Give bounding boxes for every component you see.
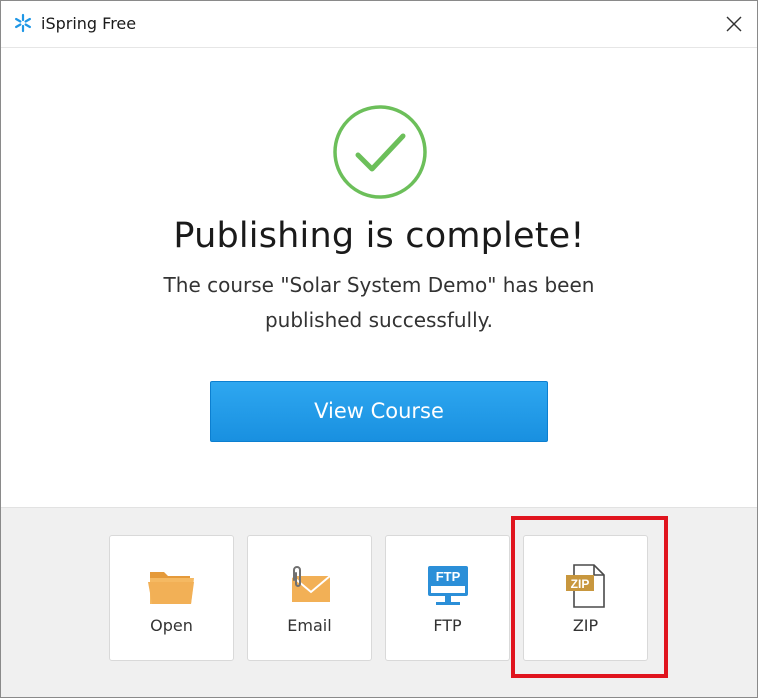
window-title: iSpring Free bbox=[41, 14, 137, 33]
zip-tile-button[interactable]: ZIP ZIP bbox=[523, 535, 648, 661]
envelope-attachment-icon bbox=[284, 564, 336, 608]
export-actions-panel: Open Email FTP FTP ZIP ZIP bbox=[1, 508, 757, 697]
ftp-monitor-icon: FTP bbox=[422, 564, 474, 608]
zip-file-icon: ZIP bbox=[560, 564, 612, 608]
open-label: Open bbox=[150, 616, 193, 635]
close-icon bbox=[726, 16, 742, 32]
status-message: The course "Solar System Demo" has been … bbox=[1, 268, 757, 338]
title-bar: iSpring Free bbox=[1, 1, 757, 48]
folder-icon bbox=[146, 564, 198, 608]
status-message-line-1: The course "Solar System Demo" has been bbox=[163, 273, 595, 297]
page-title: Publishing is complete! bbox=[173, 216, 585, 256]
open-tile-button[interactable]: Open bbox=[109, 535, 234, 661]
zip-icon-text: ZIP bbox=[571, 577, 590, 591]
email-tile-button[interactable]: Email bbox=[247, 535, 372, 661]
ftp-tile-button[interactable]: FTP FTP bbox=[385, 535, 510, 661]
zip-label: ZIP bbox=[572, 616, 599, 635]
close-button[interactable] bbox=[711, 1, 757, 47]
status-message-line-2: published successfully. bbox=[264, 308, 494, 332]
view-course-button[interactable]: View Course bbox=[210, 381, 548, 442]
ftp-icon-text: FTP bbox=[436, 569, 461, 584]
email-label: Email bbox=[287, 616, 332, 635]
ispring-snowflake-icon bbox=[13, 13, 33, 33]
ftp-label: FTP bbox=[433, 616, 462, 635]
ispring-publish-dialog: iSpring Free Publishing is complete! The… bbox=[0, 0, 758, 698]
publish-result-panel: Publishing is complete! The course "Sola… bbox=[1, 48, 757, 508]
check-circle-icon bbox=[332, 104, 428, 200]
